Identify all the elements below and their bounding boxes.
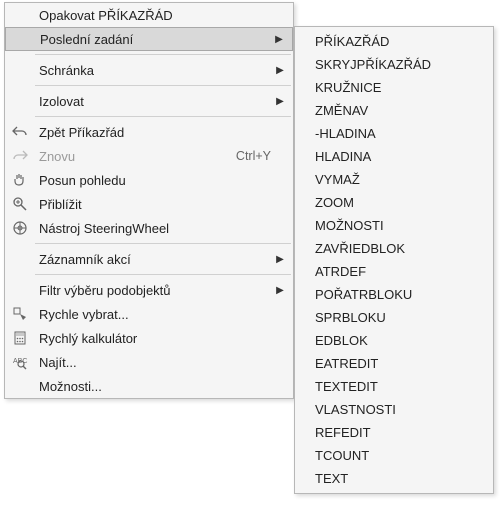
undo-icon — [5, 124, 35, 140]
context-menu: Opakovat PŘÍKAZŘÁD Poslední zadání ▶ Sch… — [4, 2, 294, 399]
shortcut-text: Ctrl+Y — [236, 149, 289, 163]
menu-item-find[interactable]: ABC Najít... — [5, 350, 293, 374]
submenu-item[interactable]: TEXTEDIT — [297, 375, 491, 398]
submenu-item[interactable]: TEXT — [297, 467, 491, 490]
pan-icon — [5, 172, 35, 188]
submenu-item[interactable]: SKRYJPŘÍKAZŘÁD — [297, 53, 491, 76]
submenu-arrow-icon: ▶ — [271, 96, 289, 107]
menu-item-quick-select[interactable]: Rychle vybrat... — [5, 302, 293, 326]
submenu-item[interactable]: ATRDEF — [297, 260, 491, 283]
submenu-item[interactable]: TCOUNT — [297, 444, 491, 467]
menu-separator — [35, 116, 291, 117]
submenu-item[interactable]: -HLADINA — [297, 122, 491, 145]
submenu-item[interactable]: ZOOM — [297, 191, 491, 214]
submenu-item[interactable]: MOŽNOSTI — [297, 214, 491, 237]
menu-item-options[interactable]: Možnosti... — [5, 374, 293, 398]
quick-select-icon — [5, 306, 35, 322]
menu-item-zoom[interactable]: Přiblížit — [5, 192, 293, 216]
submenu-arrow-icon: ▶ — [270, 34, 288, 45]
calculator-icon — [5, 330, 35, 346]
redo-icon — [5, 148, 35, 164]
submenu-arrow-icon: ▶ — [271, 65, 289, 76]
submenu-item[interactable]: HLADINA — [297, 145, 491, 168]
submenu-item[interactable]: KRUŽNICE — [297, 76, 491, 99]
submenu-item[interactable]: EDBLOK — [297, 329, 491, 352]
menu-item-recent-input[interactable]: Poslední zadání ▶ — [5, 27, 293, 51]
menu-separator — [35, 85, 291, 86]
submenu-item[interactable]: SPRBLOKU — [297, 306, 491, 329]
steeringwheel-icon — [5, 220, 35, 236]
menu-item-steeringwheel[interactable]: Nástroj SteeringWheel — [5, 216, 293, 240]
menu-item-repeat[interactable]: Opakovat PŘÍKAZŘÁD — [5, 3, 293, 27]
menu-separator — [35, 243, 291, 244]
submenu-arrow-icon: ▶ — [271, 254, 289, 265]
submenu-item[interactable]: VYMAŽ — [297, 168, 491, 191]
zoom-icon — [5, 196, 35, 212]
submenu-item[interactable]: ZMĚNAV — [297, 99, 491, 122]
menu-item-undo[interactable]: Zpět Příkazřád — [5, 120, 293, 144]
submenu-item[interactable]: EATREDIT — [297, 352, 491, 375]
menu-item-isolate[interactable]: Izolovat ▶ — [5, 89, 293, 113]
menu-separator — [35, 54, 291, 55]
submenu-item[interactable]: POŘATRBLOKU — [297, 283, 491, 306]
submenu-item[interactable]: PŘÍKAZŘÁD — [297, 30, 491, 53]
menu-item-calculator[interactable]: Rychlý kalkulátor — [5, 326, 293, 350]
recent-input-submenu: PŘÍKAZŘÁD SKRYJPŘÍKAZŘÁD KRUŽNICE ZMĚNAV… — [294, 26, 494, 494]
submenu-item[interactable]: REFEDIT — [297, 421, 491, 444]
submenu-item[interactable]: ZAVŘIEDBLOK — [297, 237, 491, 260]
menu-separator — [35, 274, 291, 275]
menu-item-pan[interactable]: Posun pohledu — [5, 168, 293, 192]
find-icon: ABC — [5, 354, 35, 370]
submenu-arrow-icon: ▶ — [271, 285, 289, 296]
menu-item-subobject-filter[interactable]: Filtr výběru podobjektů ▶ — [5, 278, 293, 302]
menu-item-redo: Znovu Ctrl+Y — [5, 144, 293, 168]
menu-item-action-recorder[interactable]: Záznamník akcí ▶ — [5, 247, 293, 271]
submenu-item[interactable]: VLASTNOSTI — [297, 398, 491, 421]
menu-item-clipboard[interactable]: Schránka ▶ — [5, 58, 293, 82]
